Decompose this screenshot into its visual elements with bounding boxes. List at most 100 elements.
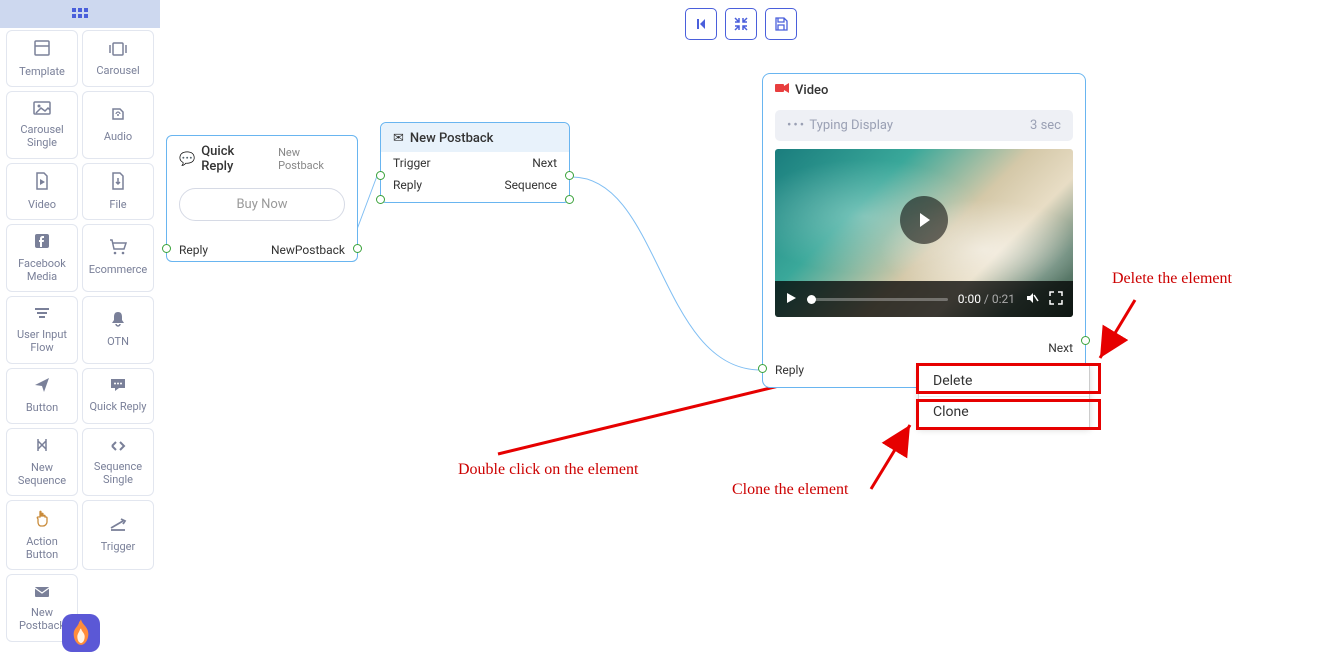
port-label-next: Next [1048, 341, 1073, 355]
sidebar-tile-video[interactable]: Video [6, 163, 78, 220]
video-preview[interactable]: 0:00 / 0:21 [775, 149, 1073, 317]
tile-label: Carousel Single [11, 123, 73, 149]
facebook-icon [34, 233, 50, 253]
video-seek-bar[interactable] [807, 298, 948, 301]
node-title-text: Video [795, 83, 828, 98]
chat-icon [110, 377, 126, 396]
port-label-trigger: Trigger [393, 156, 431, 170]
tile-label: User Input Flow [11, 328, 73, 354]
tile-label: Sequence Single [87, 460, 149, 486]
tile-label: Carousel [96, 64, 139, 77]
tile-label: New Sequence [11, 461, 73, 487]
flow-icon [34, 305, 50, 324]
port-label-reply: Reply [179, 243, 208, 257]
tile-label: OTN [107, 335, 129, 348]
mute-icon[interactable] [1025, 291, 1039, 308]
dots-icon: ••• [787, 118, 806, 133]
sidebar-tile-carousel-single[interactable]: Carousel Single [6, 91, 78, 158]
sidebar-tile-ecommerce[interactable]: Ecommerce [82, 224, 154, 292]
sidebar-tile-facebook-media[interactable]: Facebook Media [6, 224, 78, 292]
port-next-out[interactable] [565, 171, 574, 180]
carousel-icon [109, 41, 127, 60]
annotation-dblclick-text: Double click on the element [458, 461, 638, 479]
mail-icon: ✉ [393, 131, 404, 146]
port-label-sequence: Sequence [504, 178, 557, 192]
typing-duration: 3 sec [1030, 118, 1061, 133]
port-label-reply: Reply [393, 178, 422, 192]
node-title: 💬 Quick Reply New Postback [167, 136, 357, 180]
sidebar-tile-trigger[interactable]: Trigger [82, 500, 154, 570]
tile-label: Video [28, 198, 56, 211]
audio-icon [110, 106, 126, 126]
port-label-reply: Reply [775, 363, 804, 377]
node-video[interactable]: Video ••• Typing Display 3 sec 0:00 / 0:… [762, 73, 1086, 388]
image-icon [33, 100, 51, 119]
tile-label: Template [19, 65, 65, 78]
seqsingle-icon [110, 437, 126, 456]
canvas-toolbar [685, 8, 797, 40]
sidebar-tile-template[interactable]: Template [6, 30, 78, 87]
back-button[interactable] [685, 8, 717, 40]
sidebar-tile-sequence-single[interactable]: Sequence Single [82, 428, 154, 496]
newseq-icon [34, 437, 50, 457]
play-icon[interactable] [785, 292, 797, 307]
pointer-icon [34, 509, 50, 531]
port-reply-in[interactable] [376, 195, 385, 204]
port-label-next: Next [532, 156, 557, 170]
sidebar-tile-audio[interactable]: Audio [82, 91, 154, 158]
context-clone[interactable]: Clone [919, 397, 1089, 427]
sidebar: Template Carousel Carousel Single Audio Vide… [0, 28, 160, 664]
video-time: 0:00 / 0:21 [958, 292, 1015, 306]
sidebar-tile-otn[interactable]: OTN [82, 296, 154, 363]
node-subtitle: New Postback [278, 146, 345, 172]
sidebar-tile-carousel[interactable]: Carousel [82, 30, 154, 87]
sidebar-tile-file[interactable]: File [82, 163, 154, 220]
connection-layer [160, 0, 1321, 664]
tile-label: Action Button [11, 535, 73, 561]
video-icon [34, 172, 50, 194]
cart-icon [109, 239, 127, 259]
tile-label: File [109, 198, 126, 211]
chat-icon: 💬 [179, 152, 195, 167]
node-title-text: New Postback [410, 131, 494, 146]
fullscreen-icon[interactable] [1049, 291, 1063, 308]
context-delete[interactable]: Delete [919, 366, 1089, 397]
node-title: Video [763, 74, 1085, 106]
tile-label: Button [26, 401, 58, 414]
video-icon [775, 82, 789, 98]
tile-label: Facebook Media [11, 257, 73, 283]
node-title-text: Quick Reply [201, 144, 266, 174]
trigger-icon [109, 517, 127, 536]
save-button[interactable] [765, 8, 797, 40]
sidebar-tile-button[interactable]: Button [6, 368, 78, 424]
typing-display-pill[interactable]: ••• Typing Display 3 sec [775, 110, 1073, 141]
sidebar-toggle[interactable] [0, 0, 160, 28]
sidebar-tile-action-button[interactable]: Action Button [6, 500, 78, 570]
port-newpostback-out[interactable] [353, 244, 362, 253]
sidebar-tile-quick-reply[interactable]: Quick Reply [82, 368, 154, 424]
annotation-delete-text: Delete the element [1112, 270, 1232, 288]
template-icon [33, 39, 51, 61]
node-new-postback[interactable]: ✉ New Postback Trigger Next Reply Sequen… [380, 122, 570, 203]
file-icon [111, 172, 125, 194]
collapse-button[interactable] [725, 8, 757, 40]
typing-label: Typing Display [809, 118, 893, 133]
port-reply-in[interactable] [162, 244, 171, 253]
port-reply-in[interactable] [758, 364, 767, 373]
port-trigger-in[interactable] [376, 171, 385, 180]
video-controls: 0:00 / 0:21 [775, 281, 1073, 317]
port-next-out[interactable] [1081, 336, 1090, 345]
context-menu: Delete Clone [918, 365, 1090, 428]
port-sequence-out[interactable] [565, 195, 574, 204]
assistant-button[interactable] [62, 614, 100, 652]
buy-now-button[interactable]: Buy Now [179, 188, 345, 221]
tile-label: Ecommerce [89, 263, 148, 276]
port-label-newpostback: NewPostback [271, 243, 345, 257]
canvas[interactable]: 💬 Quick Reply New Postback Buy Now Reply… [160, 0, 1321, 664]
play-overlay[interactable] [900, 196, 948, 244]
bell-icon [111, 311, 125, 331]
node-quick-reply[interactable]: 💬 Quick Reply New Postback Buy Now Reply… [166, 135, 358, 262]
sidebar-tile-user-input-flow[interactable]: User Input Flow [6, 296, 78, 363]
annotation-clone-text: Clone the element [732, 481, 848, 499]
sidebar-tile-new-sequence[interactable]: New Sequence [6, 428, 78, 496]
